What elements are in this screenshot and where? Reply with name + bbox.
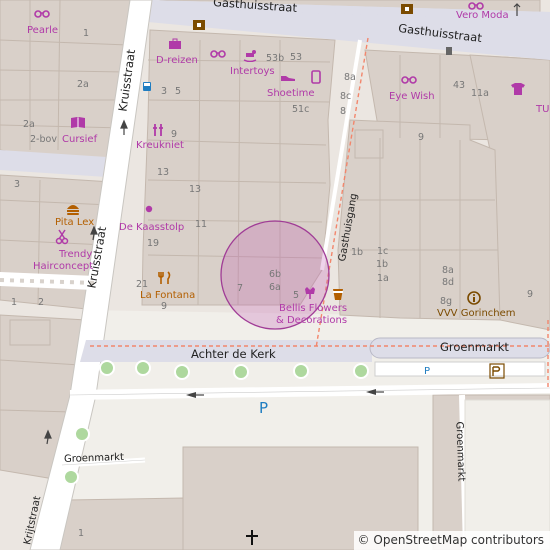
bus-stop-icon[interactable]: [142, 81, 152, 93]
poi-label-shoetime[interactable]: Shoetime: [267, 88, 315, 99]
poi-label-tu[interactable]: TU: [536, 104, 549, 115]
house-number: 8d: [442, 277, 455, 288]
house-number: 1b: [351, 247, 364, 258]
poi-label-intertoys[interactable]: Intertoys: [230, 66, 275, 77]
poi-label-trendy[interactable]: Trendy: [59, 249, 92, 260]
house-number: 51c: [292, 104, 310, 115]
house-number: 8a: [442, 265, 454, 276]
street-label-groenmarkt: Groenmarkt: [440, 340, 509, 354]
house-number: 19: [147, 238, 160, 249]
cup-icon[interactable]: [332, 287, 344, 301]
poi-label-cursief[interactable]: Cursief: [62, 134, 97, 145]
street-label-groenmarkt: Groenmarkt: [453, 421, 467, 482]
house-number: 8c: [340, 91, 352, 102]
poi-label-bellis-flowers[interactable]: Bellis Flowers: [279, 303, 347, 314]
house-number: 2-bov: [30, 134, 57, 145]
house-number: 53: [290, 52, 303, 63]
shop-dot-icon[interactable]: [145, 205, 153, 213]
parking-icon[interactable]: [489, 363, 505, 379]
glasses-icon[interactable]: [401, 74, 417, 84]
house-number: 9: [161, 301, 168, 312]
waste-basket-icon[interactable]: [446, 47, 452, 55]
house-number: 2a: [23, 119, 35, 130]
book-icon[interactable]: [70, 116, 86, 129]
copyright-symbol: ©: [357, 533, 370, 547]
house-number: 1b: [376, 259, 389, 270]
suitcase-icon[interactable]: [168, 38, 182, 50]
poi-label-pita-lex[interactable]: Pita Lex: [55, 217, 94, 228]
tshirt-icon[interactable]: [510, 82, 526, 96]
florist-icon[interactable]: [303, 286, 317, 300]
house-number: 3: [161, 86, 168, 97]
museum-icon[interactable]: [400, 2, 414, 15]
house-number: 53b: [266, 53, 285, 64]
house-number: 3: [14, 179, 21, 190]
house-number: 5: [293, 290, 300, 301]
poi-label-pearle[interactable]: Pearle: [27, 25, 58, 36]
info-icon[interactable]: [467, 291, 481, 305]
house-number: 6a: [269, 282, 281, 293]
house-number: 9: [527, 289, 534, 300]
house-number: 43: [453, 80, 466, 91]
burger-icon[interactable]: [66, 203, 80, 215]
poi-label-d-reizen[interactable]: D-reizen: [156, 55, 198, 66]
glasses-icon[interactable]: [210, 48, 226, 58]
rocking-horse-icon[interactable]: [242, 48, 258, 62]
house-number: 7: [237, 283, 244, 294]
house-number: 13: [189, 184, 202, 195]
house-number: 6b: [269, 269, 282, 280]
house-number: 11: [195, 219, 208, 230]
attribution-text[interactable]: OpenStreetMap contributors: [373, 533, 544, 547]
house-number: 1: [83, 28, 90, 39]
street-label-achter-de-kerk: Achter de Kerk: [191, 347, 276, 361]
poi-label-la-fontana[interactable]: La Fontana: [140, 290, 195, 301]
house-number: 11a: [471, 88, 489, 99]
map-view[interactable]: Gasthuisstraat Gasthuisstraat Kruisstraa…: [0, 0, 550, 550]
parking-label-small[interactable]: P: [424, 366, 430, 377]
house-number: 2: [38, 297, 45, 308]
glasses-icon[interactable]: [34, 8, 50, 18]
poi-label-kreukniet[interactable]: Kreukniet: [136, 140, 184, 151]
dry-cleaning-icon[interactable]: [151, 123, 165, 137]
poi-label-de-kaasstolp[interactable]: De Kaasstolp: [119, 222, 184, 233]
museum-icon[interactable]: [192, 18, 206, 31]
poi-label-vvv[interactable]: VVV Gorinchem: [437, 308, 516, 319]
restaurant-icon[interactable]: [158, 271, 172, 285]
map-attribution[interactable]: © OpenStreetMap contributors: [353, 531, 550, 550]
house-number: 2a: [77, 79, 89, 90]
house-number: 13: [157, 167, 170, 178]
parking-label-large[interactable]: P: [259, 400, 268, 416]
hairdresser-icon[interactable]: [55, 229, 69, 245]
phone-icon[interactable]: [311, 70, 321, 84]
poi-label-eye-wish[interactable]: Eye Wish: [389, 91, 435, 102]
house-number: 21: [136, 279, 149, 290]
shoe-icon[interactable]: [280, 72, 296, 82]
house-number: 9: [418, 132, 425, 143]
house-number: 1c: [377, 246, 389, 257]
glasses-icon[interactable]: [468, 0, 484, 10]
street-label-groenmarkt: Groenmarkt: [63, 451, 125, 466]
poi-label-vero-moda[interactable]: Vero Moda: [456, 10, 509, 21]
house-number: 5: [175, 86, 182, 97]
house-number: 1: [11, 297, 18, 308]
poi-label-hairconcept[interactable]: Hairconcept: [33, 261, 93, 272]
house-number: 8: [340, 106, 347, 117]
house-number: 1a: [377, 273, 389, 284]
house-number: 9: [171, 129, 178, 140]
house-number: 1: [78, 528, 85, 539]
poi-label-bellis-decorations[interactable]: & Decorations: [276, 315, 347, 326]
house-number: 8a: [344, 72, 356, 83]
house-number: 8g: [440, 296, 453, 307]
arrow-up-icon[interactable]: [512, 3, 522, 17]
